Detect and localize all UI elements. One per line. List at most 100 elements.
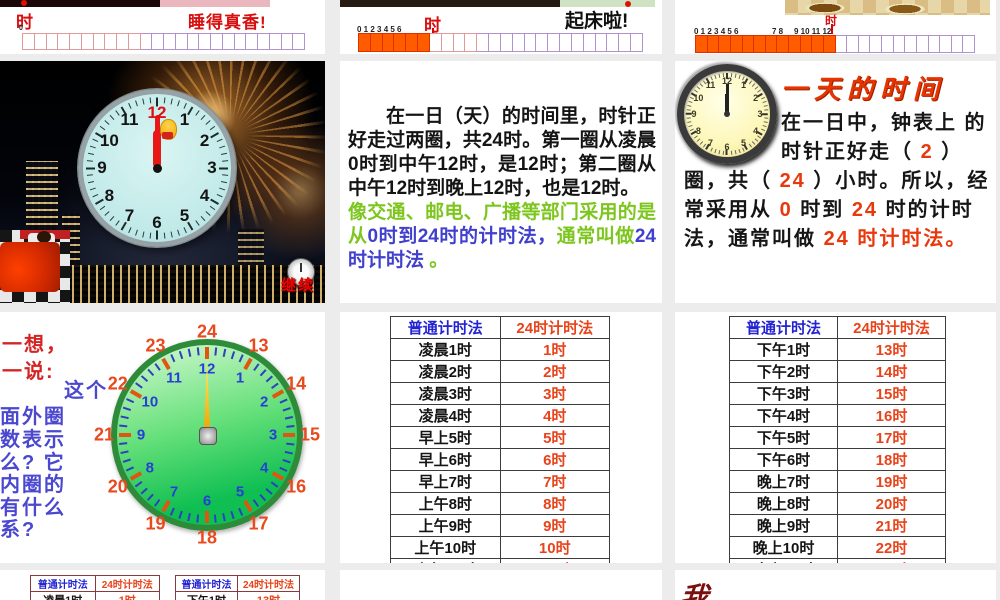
- clock-numeral: 5: [235, 483, 245, 501]
- prompt-think: 一想，: [2, 334, 68, 356]
- table-cell: 1时: [499, 338, 610, 361]
- text-segment: 2: [920, 141, 934, 163]
- table-header-row: 普通计时法 24时计时法: [175, 575, 300, 592]
- table-header-cell: 普通计时法: [30, 575, 96, 592]
- timeline-cell: [22, 33, 35, 50]
- clock-numeral: 10: [99, 130, 119, 150]
- minute-tick: [91, 138, 98, 143]
- clock-numeral: 10: [141, 393, 159, 411]
- clock-numeral: 4: [753, 125, 759, 136]
- clock-numeral: 15: [299, 424, 321, 445]
- clock-numeral: 22: [107, 373, 128, 393]
- minute-tick: [154, 499, 161, 507]
- slide-thumb-blank[interactable]: [340, 570, 662, 600]
- timeline-cell: [548, 33, 561, 52]
- hour-tick: [283, 433, 295, 437]
- minute-tick: [259, 493, 267, 501]
- clock-numeral: 18: [196, 527, 218, 548]
- slide-24h-explanation[interactable]: 在一日（天）的时间里，时针正好走过两圈，共24时。第一圈从凌晨0时到中午12时，…: [340, 61, 662, 303]
- hour-tick: [243, 357, 253, 371]
- minute-tick: [103, 120, 110, 125]
- minute-tick: [86, 160, 93, 162]
- minute-tick: [285, 450, 294, 455]
- table-row: 凌晨1时1时: [390, 338, 610, 361]
- minute-tick: [216, 193, 223, 198]
- table-cell: 凌晨1时: [390, 338, 501, 361]
- clock-numeral: 21: [93, 424, 115, 445]
- text-segment: 0: [779, 199, 793, 221]
- continue-button[interactable]: 继续: [281, 274, 315, 295]
- clock-numeral: 6: [724, 142, 730, 152]
- minute-tick: [163, 232, 165, 239]
- table-cell: 上午8时: [390, 492, 501, 515]
- hour-tick: [119, 433, 131, 437]
- minute-tick: [222, 348, 227, 357]
- minute-tick: [99, 205, 105, 211]
- clock-numeral: 17: [248, 513, 269, 534]
- minute-tick: [123, 459, 132, 463]
- table-header-cell: 24时计时法: [237, 575, 300, 592]
- slide-day-time-summary[interactable]: 1 2 3 4 5 6 7 8 9 10 11 12 一天的时间 在一日中，钟表上 的时针正好走（ 2…: [675, 61, 996, 303]
- minute-tick: [286, 425, 295, 428]
- explanation-text: 在一日（天）的时间里，时针正好走过两圈，共24时。第一圈从凌晨0时到中午12时，…: [348, 105, 656, 273]
- table-row: 下午4时 16时: [729, 404, 946, 427]
- clock-numeral: 1: [235, 369, 245, 387]
- slide-pm-conversion-table[interactable]: 普通计时法 24时计时法 下午1时 13时 下午2时 14时 下午3时 15时 下午4时 16时下…: [675, 312, 996, 563]
- timeline-cell: [453, 33, 466, 52]
- table-row: 上午8时 8时: [390, 492, 610, 515]
- timeline-cell: [928, 35, 941, 53]
- minute-tick: [760, 96, 765, 100]
- table-cell: 22时: [837, 536, 946, 559]
- prompt-say: 一说:: [2, 361, 55, 383]
- table-cell: 14时: [837, 360, 946, 383]
- minute-tick: [722, 150, 724, 155]
- timeline-cell: [512, 33, 525, 52]
- table-cell: 晚上8时: [729, 492, 838, 515]
- hour-tick: [161, 499, 171, 513]
- table-row: 下午2时 14时: [729, 360, 946, 383]
- minute-tick: [730, 150, 732, 155]
- timeline-cell: [800, 35, 813, 53]
- clock-numeral: 7: [707, 137, 714, 148]
- minute-tick: [748, 143, 752, 148]
- timeline-cell: [730, 35, 743, 53]
- table-cell: 晚上11时: [729, 558, 838, 563]
- slide-thumb-wake-up[interactable]: 时 起床啦! 0 1 2 3 4 5 6: [340, 0, 662, 54]
- table-cell: 17时: [837, 426, 946, 449]
- timeline-cell: [382, 33, 395, 52]
- table-row: 下午1时13时: [729, 338, 946, 361]
- timeline-cell: [258, 33, 270, 50]
- minute-tick: [699, 141, 703, 145]
- clock-hub: [152, 163, 162, 173]
- clock-numeral: 20: [107, 476, 128, 496]
- text-segment: 24 时计时法。: [823, 228, 968, 250]
- minute-tick: [271, 481, 279, 488]
- minute-tick: [109, 114, 114, 121]
- conversion-table-pm: 普通计时法 24时计时法 下午1时 13时 下午2时 14时 下午3时 15时 下午4时 16时下…: [729, 316, 946, 563]
- slide-thumb-lunch[interactable]: 时 0 1 2 3 4 5 6 7 8 9 10 11 12: [675, 0, 996, 54]
- slide-thumb-summary[interactable]: 我: [675, 570, 996, 600]
- timeline-cell: [234, 33, 247, 50]
- table-cell: 3时: [499, 382, 610, 405]
- table-row: 早上5时 5时: [390, 426, 610, 449]
- minute-tick: [209, 125, 215, 131]
- timeline-cell: [835, 35, 848, 53]
- slide-thumb-both-tables[interactable]: 普通计时法24时计时法凌晨1时1时 普通计时法24时计时法下午1时13时: [0, 570, 325, 600]
- timeline-cell: [536, 33, 549, 52]
- minute-tick: [197, 514, 200, 523]
- minute-tick: [216, 138, 223, 143]
- clock-numeral: 10: [693, 92, 704, 103]
- table-row: 凌晨4时 4时: [390, 404, 610, 427]
- slide-thumb-sleeping[interactable]: 时 睡得真香! 0: [0, 0, 325, 54]
- minute-tick: [699, 83, 703, 87]
- minute-tick: [126, 398, 135, 404]
- conversion-table: 普通计时法 24时计时法 凌晨1时 1时 凌晨2时 2时 凌晨3时 3时 凌晨4时 4时 早上5时 5…: [390, 316, 610, 563]
- slide-midnight-fireworks[interactable]: 1 2 3 4 5 6 7 8 9 10 11 12 继续: [0, 61, 325, 303]
- clock-hub: [199, 427, 217, 445]
- slide-am-conversion-table[interactable]: 普通计时法 24时计时法 凌晨1时 1时 凌晨2时 2时 凌晨3时 3时 凌晨4时 4时 早上5时 5…: [340, 312, 662, 563]
- clock-numeral: 11: [166, 369, 182, 387]
- table-cell: 6时: [499, 448, 610, 471]
- hour-tick: [243, 499, 253, 513]
- slide-think-discuss[interactable]: 一想， 一说: 这个 面外圈 数表示 么? 它 内圈的 有什么 系? 12345…: [0, 312, 325, 563]
- minute-tick: [120, 450, 129, 455]
